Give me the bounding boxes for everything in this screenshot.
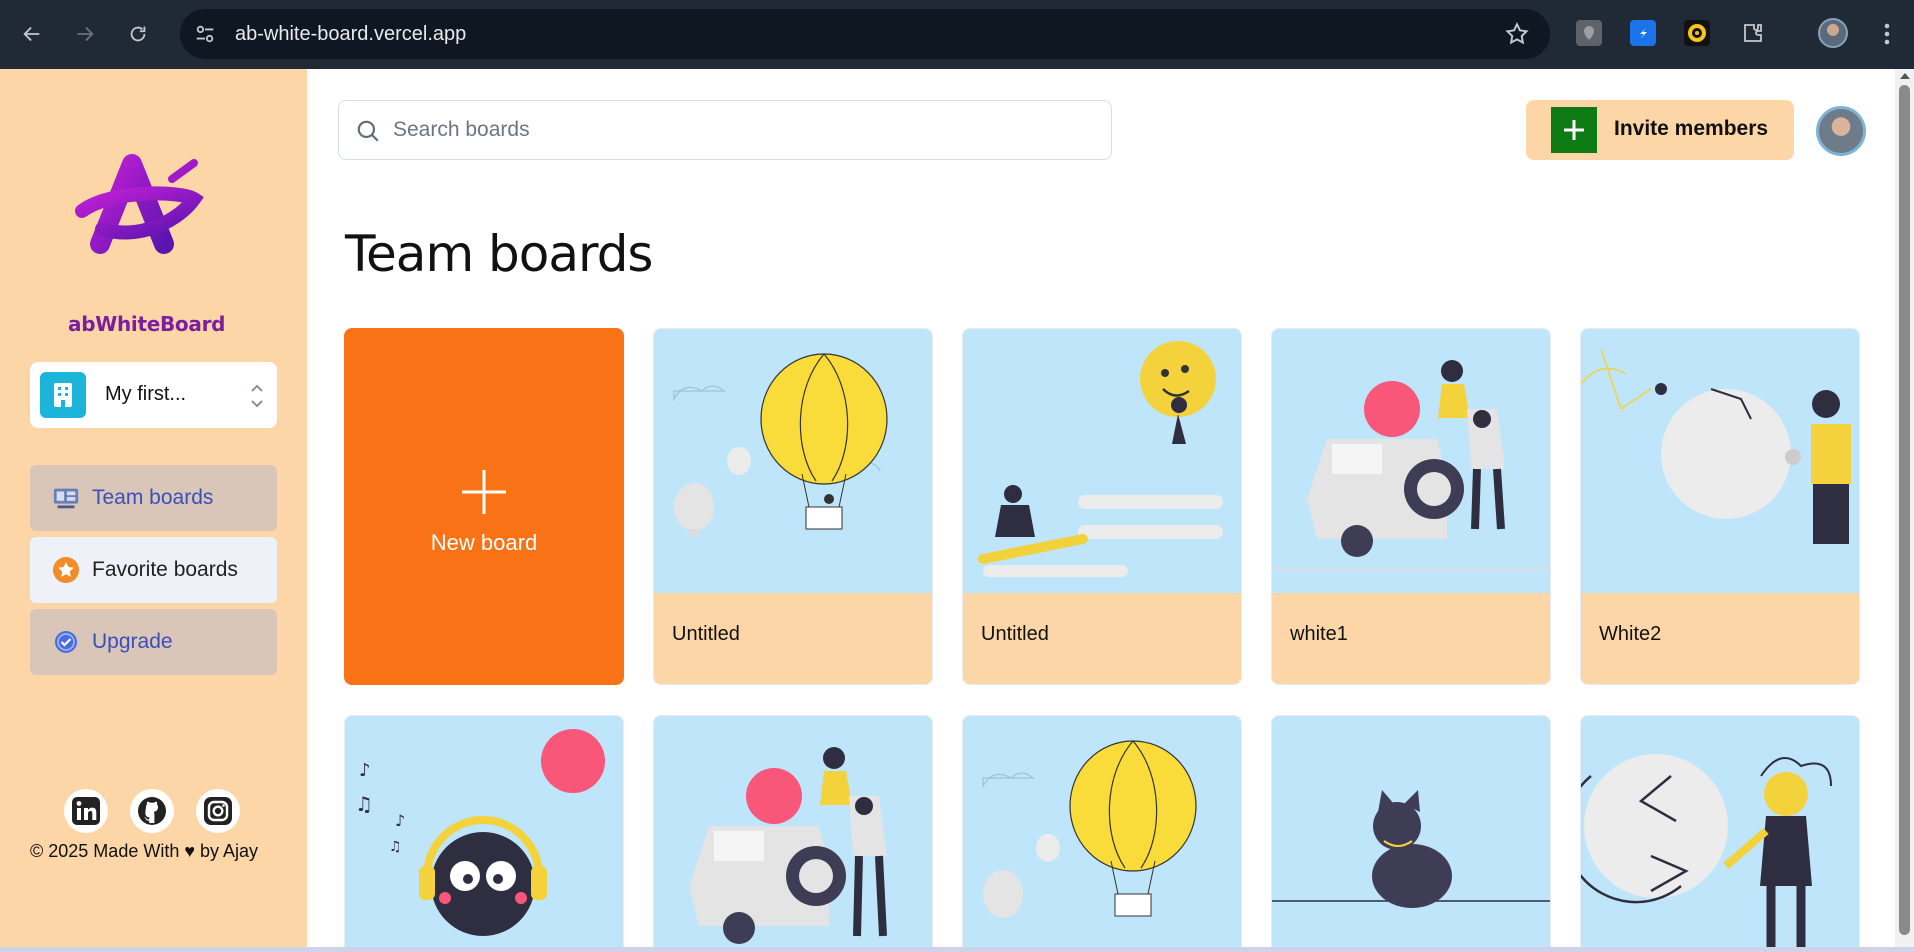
board-card[interactable]: white1 xyxy=(1271,328,1551,685)
invite-members-button[interactable]: Invite members xyxy=(1526,100,1794,160)
verified-badge-icon xyxy=(52,628,80,656)
board-card[interactable] xyxy=(653,715,933,952)
board-card[interactable]: Untitled xyxy=(653,328,933,685)
sidebar: abWhiteBoard My first... Team boards Fav… xyxy=(0,69,307,952)
scrollbar-thumb[interactable] xyxy=(1899,85,1910,935)
instagram-icon[interactable] xyxy=(196,789,240,833)
profile-avatar[interactable] xyxy=(1818,18,1848,48)
plus-icon xyxy=(462,470,506,514)
svg-text:♫: ♫ xyxy=(389,839,402,855)
board-title: Untitled xyxy=(981,623,1049,645)
organization-switcher[interactable]: My first... xyxy=(30,362,277,428)
board-card[interactable] xyxy=(1580,715,1860,952)
board-card[interactable]: Untitled xyxy=(962,328,1242,685)
logo-text: abWhiteBoard xyxy=(68,312,226,336)
board-title: White2 xyxy=(1599,623,1662,645)
more-menu-icon[interactable] xyxy=(1880,18,1894,50)
page-scrollbar[interactable] xyxy=(1895,69,1914,952)
bird-headphones-illustration: ♪ ♫ ♪ ♫ xyxy=(345,716,623,952)
scroll-up-arrow-icon[interactable] xyxy=(1900,73,1910,79)
board-title: Untitled xyxy=(672,623,740,645)
board-card[interactable] xyxy=(962,715,1242,952)
woman-circle-arrows-illustration xyxy=(1581,716,1859,952)
extensions-puzzle-icon[interactable] xyxy=(1740,20,1766,46)
github-icon[interactable] xyxy=(130,789,174,833)
app-logo[interactable] xyxy=(62,149,222,269)
linkedin-icon[interactable] xyxy=(64,789,108,833)
jeep-travelers-illustration xyxy=(1272,329,1550,593)
star-icon xyxy=(52,556,80,584)
user-avatar[interactable] xyxy=(1816,106,1866,156)
extension-icon[interactable] xyxy=(1576,20,1602,46)
nav-upgrade-label: Upgrade xyxy=(92,630,173,653)
board-card[interactable]: ♪ ♫ ♪ ♫ xyxy=(344,715,624,952)
search-input[interactable] xyxy=(393,111,1093,149)
page-title: Team boards xyxy=(345,225,653,283)
building-icon xyxy=(40,372,86,418)
forward-icon[interactable] xyxy=(69,18,101,50)
nav-team-boards[interactable]: Team boards xyxy=(30,465,277,531)
svg-text:♪: ♪ xyxy=(359,760,371,781)
hot-air-balloon-illustration xyxy=(654,329,932,593)
dashboard-icon xyxy=(52,484,80,512)
search-icon xyxy=(357,120,379,142)
reload-icon[interactable] xyxy=(122,18,154,50)
footer-credit: © 2025 Made With ♥ by Ajay xyxy=(30,841,259,861)
organization-name: My first... xyxy=(105,383,187,405)
jeep-travelers-illustration xyxy=(654,716,932,952)
address-bar[interactable]: ab-white-board.vercel.app xyxy=(180,9,1550,59)
hot-air-balloon-illustration xyxy=(963,716,1241,952)
extension-icon[interactable] xyxy=(1630,20,1656,46)
new-board-button[interactable]: New board xyxy=(344,328,624,685)
black-cat-illustration xyxy=(1272,716,1550,952)
board-title: white1 xyxy=(1290,623,1348,645)
nav-favorite-boards[interactable]: Favorite boards xyxy=(30,537,277,603)
site-settings-icon[interactable] xyxy=(194,23,216,45)
new-board-label: New board xyxy=(430,530,538,555)
svg-text:♫: ♫ xyxy=(355,792,373,816)
nav-team-boards-label: Team boards xyxy=(92,486,214,509)
back-icon[interactable] xyxy=(16,18,48,50)
invite-members-label: Invite members xyxy=(1614,117,1769,140)
nav-favorite-boards-label: Favorite boards xyxy=(92,558,238,581)
plus-icon xyxy=(1551,107,1597,153)
board-card[interactable] xyxy=(1271,715,1551,952)
window-bottom-edge xyxy=(0,947,1914,952)
board-card[interactable]: White2 xyxy=(1580,328,1860,685)
svg-text:♪: ♪ xyxy=(395,811,405,830)
bookmark-star-icon[interactable] xyxy=(1504,21,1530,47)
browser-toolbar: ab-white-board.vercel.app xyxy=(0,0,1914,69)
moon-astronomy-illustration xyxy=(1581,329,1859,593)
nav-upgrade[interactable]: Upgrade xyxy=(30,609,277,675)
extension-icon[interactable] xyxy=(1684,20,1710,46)
chevron-up-down-icon xyxy=(251,384,263,408)
chat-smiley-illustration xyxy=(963,329,1241,593)
search-box[interactable] xyxy=(338,100,1112,160)
url-text[interactable]: ab-white-board.vercel.app xyxy=(235,23,466,46)
